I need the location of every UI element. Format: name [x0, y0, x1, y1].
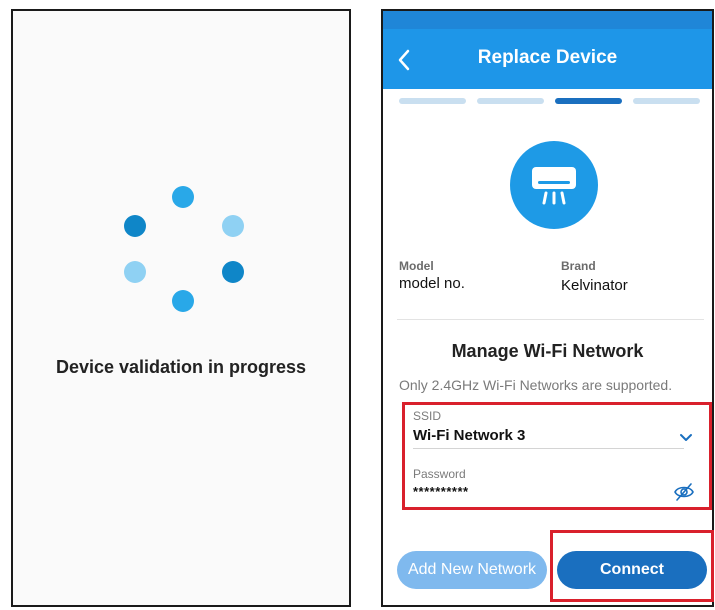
replace-device-screen: Replace Device Model model no. Brand Kel… [381, 9, 714, 607]
step-indicator [633, 98, 700, 104]
spinner-dot [172, 186, 194, 208]
brand-value: Kelvinator [561, 277, 628, 294]
wifi-support-note: Only 2.4GHz Wi-Fi Networks are supported… [399, 377, 673, 393]
spinner-dot [222, 215, 244, 237]
step-indicator [477, 98, 544, 104]
device-avatar [510, 141, 598, 229]
app-header: Replace Device [383, 29, 712, 89]
spinner-dot [172, 290, 194, 312]
step-indicator [399, 98, 466, 104]
validation-screen: Device validation in progress [11, 9, 351, 607]
wifi-fields-highlight [402, 402, 712, 510]
add-new-network-button[interactable]: Add New Network [397, 551, 547, 589]
status-bar [383, 11, 712, 29]
connect-button-highlight [550, 530, 714, 602]
spinner-dot [124, 215, 146, 237]
step-indicator-active [555, 98, 622, 104]
model-label: Model [399, 259, 434, 273]
loading-spinner [13, 11, 349, 605]
model-value: model no. [399, 275, 465, 292]
wifi-section-title: Manage Wi-Fi Network [451, 341, 644, 361]
brand-label: Brand [561, 259, 596, 273]
page-title: Replace Device [477, 47, 618, 68]
step-progress [399, 98, 700, 106]
divider [397, 319, 704, 320]
air-conditioner-icon [532, 167, 576, 205]
spinner-dot [124, 261, 146, 283]
validation-status-text: Device validation in progress [55, 357, 307, 377]
spinner-dot [222, 261, 244, 283]
